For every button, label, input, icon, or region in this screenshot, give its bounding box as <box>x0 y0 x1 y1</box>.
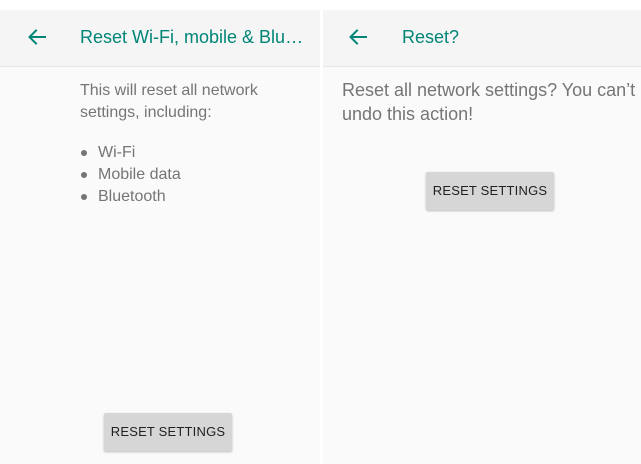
app-bar: Reset Wi-Fi, mobile & Bluetooth <box>0 10 320 67</box>
app-bar: Reset? <box>323 10 641 67</box>
bullet-icon <box>81 172 87 178</box>
list-item: Wi-Fi <box>80 142 181 164</box>
page-title: Reset Wi-Fi, mobile & Bluetooth <box>80 27 308 47</box>
reset-items-list: Wi-Fi Mobile data Bluetooth <box>80 142 181 208</box>
back-button[interactable] <box>24 24 50 50</box>
status-bar <box>0 0 320 10</box>
arrow-back-icon <box>349 29 367 45</box>
list-item: Mobile data <box>80 164 181 186</box>
list-item-label: Wi-Fi <box>98 144 136 161</box>
back-button[interactable] <box>345 24 371 50</box>
confirm-reset-settings-button[interactable]: RESET SETTINGS <box>426 172 554 210</box>
reset-confirm-pane: Reset? Reset all network settings? You c… <box>323 0 641 464</box>
bullet-icon <box>81 150 87 156</box>
bullet-icon <box>81 194 87 200</box>
list-item-label: Bluetooth <box>98 188 166 205</box>
reset-description: This will reset all network settings, in… <box>80 82 258 121</box>
list-item-label: Mobile data <box>98 166 181 183</box>
status-bar <box>323 0 641 10</box>
screen: Reset Wi-Fi, mobile & Bluetooth This wil… <box>0 0 641 464</box>
confirm-message: Reset all network settings? You can’t un… <box>342 80 636 124</box>
arrow-back-icon <box>28 29 46 45</box>
list-item: Bluetooth <box>80 186 181 208</box>
reset-settings-button[interactable]: RESET SETTINGS <box>104 413 232 451</box>
page-title: Reset? <box>402 27 460 47</box>
reset-network-pane: Reset Wi-Fi, mobile & Bluetooth This wil… <box>0 0 320 464</box>
